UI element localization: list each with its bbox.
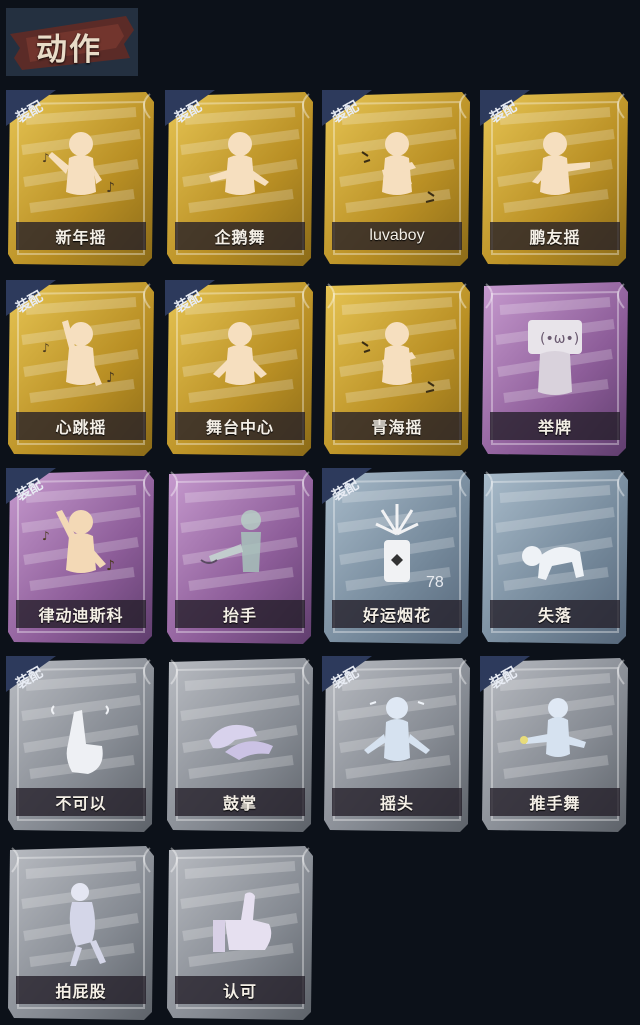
emote-card[interactable]: ♪ ♪ 装配 新年摇	[6, 90, 156, 268]
head-shake-figure-icon	[364, 697, 430, 761]
emote-name: 新年摇	[55, 228, 107, 247]
raise-hand-figure-icon	[200, 510, 261, 572]
emote-name: 摇头	[379, 794, 414, 813]
emote-card[interactable]: 认可	[165, 844, 315, 1022]
emote-card[interactable]: 装配 luvaboy	[322, 90, 472, 268]
emote-name: 拍屁股	[55, 982, 107, 1001]
card-label-bar: 企鹅舞	[175, 222, 305, 250]
emote-card[interactable]: 拍屁股	[6, 844, 156, 1022]
emote-name: 舞台中心	[205, 418, 274, 437]
emote-card[interactable]: (•ω•) 举牌	[480, 280, 630, 458]
crawling-figure-icon	[522, 546, 584, 580]
emote-name: 鹏友摇	[529, 228, 581, 247]
card-label-bar: 拍屁股	[16, 976, 146, 1004]
emote-name: 认可	[222, 982, 257, 1001]
dance-figure-wave-icon: ♪♪	[42, 320, 115, 386]
disco-figure-icon: ♪♪	[42, 510, 115, 574]
item-count: 78	[426, 574, 444, 591]
emote-name: 心跳摇	[55, 418, 107, 437]
card-label-bar: 不可以	[16, 788, 146, 816]
card-label-bar: 摇头	[332, 788, 462, 816]
card-label-bar: 舞台中心	[175, 412, 305, 440]
emote-card[interactable]: 装配 舞台中心	[165, 280, 315, 458]
svg-text:♪: ♪	[42, 341, 50, 355]
emote-card[interactable]: 装配 鹏友摇	[480, 90, 630, 268]
card-label-bar: 新年摇	[16, 222, 146, 250]
hold-sign-icon: (•ω•)	[528, 320, 582, 395]
emote-name: 企鹅舞	[214, 228, 266, 247]
emote-card[interactable]: 青海摇	[322, 280, 472, 458]
svg-text:(•ω•): (•ω•)	[540, 331, 579, 347]
emote-name: 举牌	[537, 418, 572, 437]
dance-figure-center-icon	[213, 322, 267, 385]
emote-name: 青海摇	[371, 418, 423, 437]
push-hand-dance-icon	[520, 698, 586, 757]
emote-card[interactable]: ♪ ♪ 装配 律动迪斯科	[6, 468, 156, 646]
emote-name: 好运烟花	[362, 606, 431, 625]
emote-card[interactable]: 装配 摇头	[322, 656, 472, 834]
emote-name: 推手舞	[529, 794, 581, 813]
svg-text:♪: ♪	[42, 151, 50, 165]
card-label-bar: 鼓掌	[175, 788, 305, 816]
svg-text:♪: ♪	[42, 529, 50, 543]
clapping-hands-icon	[209, 724, 273, 760]
card-label-bar: 抬手	[175, 600, 305, 628]
card-label-bar: 推手舞	[490, 788, 620, 816]
card-label-bar: 心跳摇	[16, 412, 146, 440]
emote-name: 鼓掌	[222, 794, 257, 813]
emote-name: 律动迪斯科	[38, 606, 124, 625]
emote-card[interactable]: 装配 不可以	[6, 656, 156, 834]
emote-card[interactable]: 鼓掌	[165, 656, 315, 834]
emote-card[interactable]: ♪ ♪ 装配 心跳摇	[6, 280, 156, 458]
card-label-bar: luvaboy	[332, 222, 462, 250]
dance-figure-spark-icon	[361, 322, 435, 393]
butt-pat-figure-icon	[69, 883, 106, 966]
dance-figure-spark-icon	[361, 132, 435, 203]
svg-text:♪: ♪	[106, 370, 115, 386]
card-label-bar: 青海摇	[332, 412, 462, 440]
svg-text:♪: ♪	[106, 180, 115, 196]
emote-card[interactable]: 抬手	[165, 468, 315, 646]
dance-figure-music-icon: ♪♪	[42, 132, 115, 196]
card-label-bar: 律动迪斯科	[16, 600, 146, 628]
emote-name: luvaboy	[369, 227, 425, 244]
emote-card[interactable]: 失落	[480, 468, 630, 646]
thumbs-up-icon	[213, 892, 272, 952]
emote-card[interactable]: 装配 企鹅舞	[165, 90, 315, 268]
card-label-bar: 举牌	[490, 412, 620, 440]
emote-name: 失落	[537, 606, 572, 625]
card-label-bar: 认可	[175, 976, 305, 1004]
emote-card[interactable]: 装配 推手舞	[480, 656, 630, 834]
emote-name: 抬手	[222, 606, 257, 625]
penguin-dance-figure-icon	[209, 132, 269, 195]
card-label-bar: 好运烟花	[332, 600, 462, 628]
card-label-bar: 鹏友摇	[490, 222, 620, 250]
dance-figure-point-icon	[532, 132, 590, 195]
finger-wag-icon	[51, 705, 109, 774]
svg-text:♪: ♪	[106, 558, 115, 574]
emote-card[interactable]: 装配 78 好运烟花	[322, 468, 472, 646]
emote-name: 不可以	[55, 794, 107, 813]
emote-grid: ♪ ♪ 装配 新年摇 装配 企鹅舞 装配 luvaboy 装配 鹏友摇 ♪ ♪ 装配 心跳摇 装配 舞台中心青…	[0, 0, 640, 1025]
card-label-bar: 失落	[490, 600, 620, 628]
